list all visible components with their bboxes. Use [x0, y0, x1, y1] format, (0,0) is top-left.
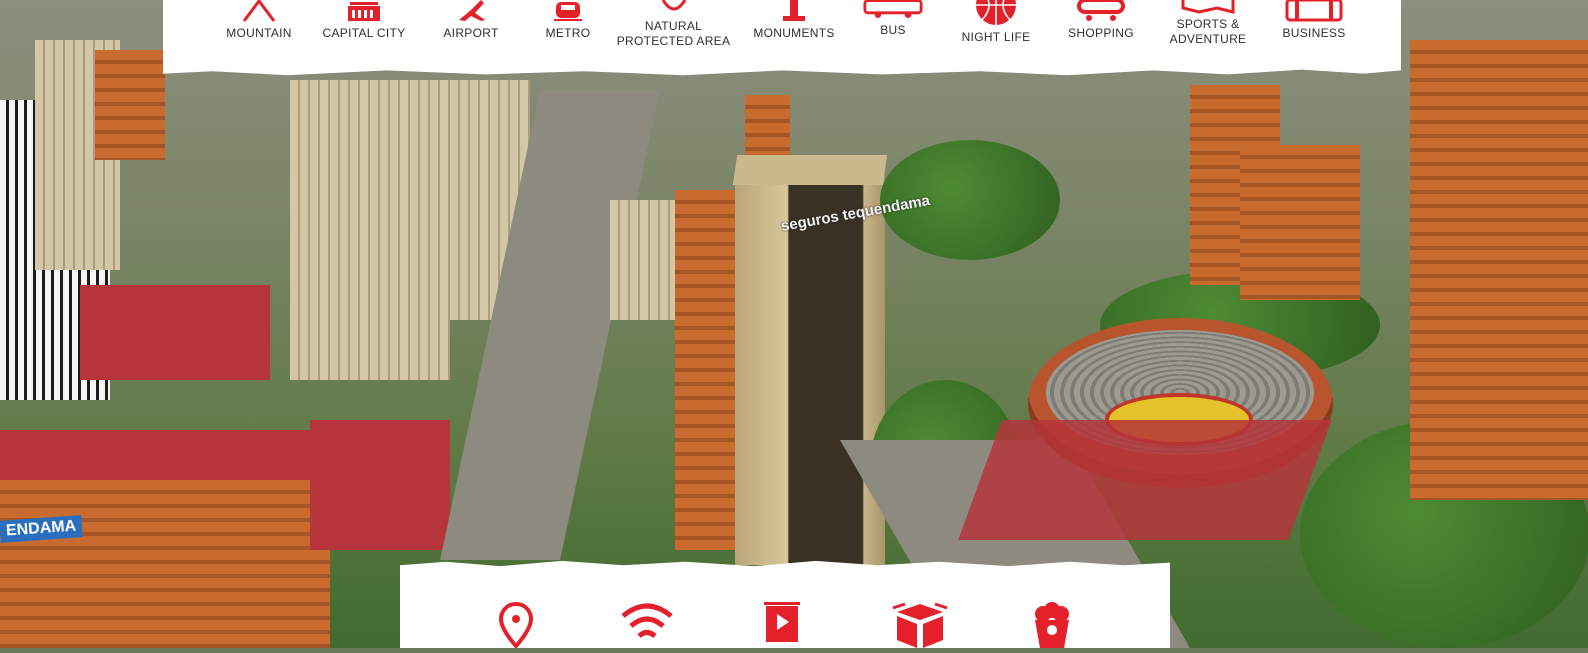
category-monuments[interactable]: MONUMENTS: [748, 0, 840, 75]
category-shopping[interactable]: SHOPPING: [1061, 0, 1141, 75]
orange-tower-right-2: [1240, 145, 1360, 300]
category-label: SHOPPING: [1068, 26, 1134, 40]
briefcase-icon: [1284, 0, 1344, 22]
category-label: BUS: [880, 23, 906, 37]
airplane-icon: [441, 0, 501, 22]
category-label: METRO: [545, 26, 591, 40]
grey-building-center: [610, 200, 680, 320]
category-bus[interactable]: BUS: [856, 0, 930, 75]
category-label: CAPITAL CITY: [322, 26, 406, 40]
city-aerial-photo: seguros tequendama ENDAMA: [0, 0, 1588, 648]
orange-tower-far-right: [1410, 40, 1588, 500]
amenity-location[interactable]: [486, 601, 546, 648]
category-label: SPORTS & ADVENTURE: [1169, 17, 1247, 46]
category-airport[interactable]: AIRPORT: [433, 0, 509, 75]
amenity-popcorn[interactable]: [1022, 602, 1082, 648]
capitol-building-icon: [334, 0, 394, 22]
category-night-life[interactable]: NIGHT LIFE: [953, 0, 1039, 75]
presentation-board-icon: [762, 602, 802, 648]
popcorn-icon: [1031, 602, 1073, 648]
amenity-presentation[interactable]: [752, 602, 812, 648]
category-label: AIRPORT: [443, 26, 499, 40]
wifi-icon: [621, 602, 673, 648]
category-bar: MOUNTAIN CAPITAL CITY AIRPORT METRO NATU…: [163, 0, 1401, 76]
bullring-plaza: [958, 420, 1332, 540]
shopping-cart-icon: [1071, 0, 1131, 22]
open-box-icon: [891, 602, 949, 648]
category-label: MONUMENTS: [753, 26, 835, 40]
map-icon: [1178, 0, 1238, 14]
mountain-icon: [229, 0, 289, 22]
red-roof-building-3: [310, 420, 450, 550]
bus-icon: [863, 0, 923, 19]
beige-tower-left: [290, 80, 450, 380]
category-label: MOUNTAIN: [226, 26, 292, 40]
category-business[interactable]: BUSINESS: [1273, 0, 1355, 75]
category-capital-city[interactable]: CAPITAL CITY: [319, 0, 409, 75]
category-label: NATURAL PROTECTED AREA: [616, 19, 731, 48]
disco-ball-icon: [966, 0, 1026, 26]
amenity-wifi[interactable]: [617, 602, 677, 648]
orange-building: [95, 50, 165, 160]
orange-block: [0, 480, 330, 648]
category-natural-protected-area[interactable]: NATURAL PROTECTED AREA: [611, 0, 736, 75]
category-label: NIGHT LIFE: [961, 30, 1031, 44]
category-label: BUSINESS: [1282, 26, 1346, 40]
amenities-bar: [400, 560, 1170, 648]
metro-train-icon: [538, 0, 598, 22]
amenity-box[interactable]: [890, 602, 950, 648]
category-metro[interactable]: METRO: [533, 0, 603, 75]
category-sports-adventure[interactable]: SPORTS & ADVENTURE: [1158, 0, 1258, 75]
red-roof-building: [80, 285, 270, 380]
monument-icon: [764, 0, 824, 22]
tequendama-tower: [735, 175, 885, 565]
category-mountain[interactable]: MOUNTAIN: [219, 0, 299, 75]
leaf-icon: [644, 0, 704, 16]
location-pin-icon: [498, 601, 534, 648]
